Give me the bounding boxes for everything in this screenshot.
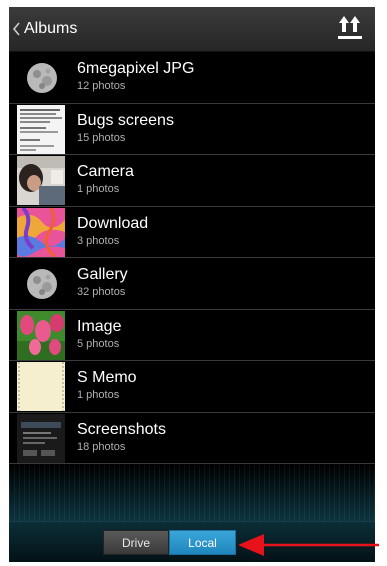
album-count: 1 photos [77,183,120,195]
album-title: Bugs screens [77,111,174,129]
album-row-download[interactable]: Download 3 photos [9,207,375,258]
document-screenshot-thumbnail [17,104,65,154]
album-row-6megapixel-jpg[interactable]: 6megapixel JPG 12 photos [9,52,375,104]
album-title: Image [77,317,122,335]
chevron-left-icon [12,22,20,36]
album-count: 15 photos [77,131,126,144]
upload-sort-icon[interactable] [335,13,365,43]
album-row-image[interactable]: Image 5 photos [9,310,375,361]
album-title: Download [77,214,149,232]
album-title: Camera [77,163,134,180]
memo-paper-thumbnail [17,362,65,411]
album-count: 32 photos [77,286,126,298]
album-title: Gallery [77,266,128,283]
drive-tab[interactable]: Drive [103,530,169,555]
local-tab[interactable]: Local [169,530,236,555]
album-title: S Memo [77,369,137,386]
moon-thumbnail [17,53,65,102]
album-row-screenshots[interactable]: Screenshots 18 photos [9,413,375,464]
album-count: 3 photos [77,234,120,247]
action-bar: Albums [9,7,375,52]
phone-screen: Albums 6megapixel JPG 12 photos Bugs scr… [9,7,375,562]
album-count: 12 photos [77,80,126,92]
album-row-bugs-screens[interactable]: Bugs screens 15 photos [9,104,375,155]
person-photo-thumbnail [17,156,65,205]
album-list: 6megapixel JPG 12 photos Bugs screens 15… [9,52,375,464]
album-title: Screenshots [77,420,166,438]
album-row-gallery[interactable]: Gallery 32 photos [9,258,375,310]
header-title: Albums [24,20,78,37]
album-row-camera[interactable]: Camera 1 photos [9,155,375,207]
dark-screenshot-thumbnail [17,413,65,463]
annotation-arrow-icon [238,534,379,556]
moon-thumbnail [17,259,65,308]
album-count: 18 photos [77,440,126,453]
album-count: 5 photos [77,337,120,350]
colorful-pattern-thumbnail [17,207,65,257]
album-row-s-memo[interactable]: S Memo 1 photos [9,361,375,413]
empty-list-area [9,465,375,521]
tulips-thumbnail [17,310,65,360]
albums-back-button[interactable]: Albums [11,15,91,43]
album-title: 6megapixel JPG [77,60,195,77]
album-count: 1 photos [77,389,120,401]
